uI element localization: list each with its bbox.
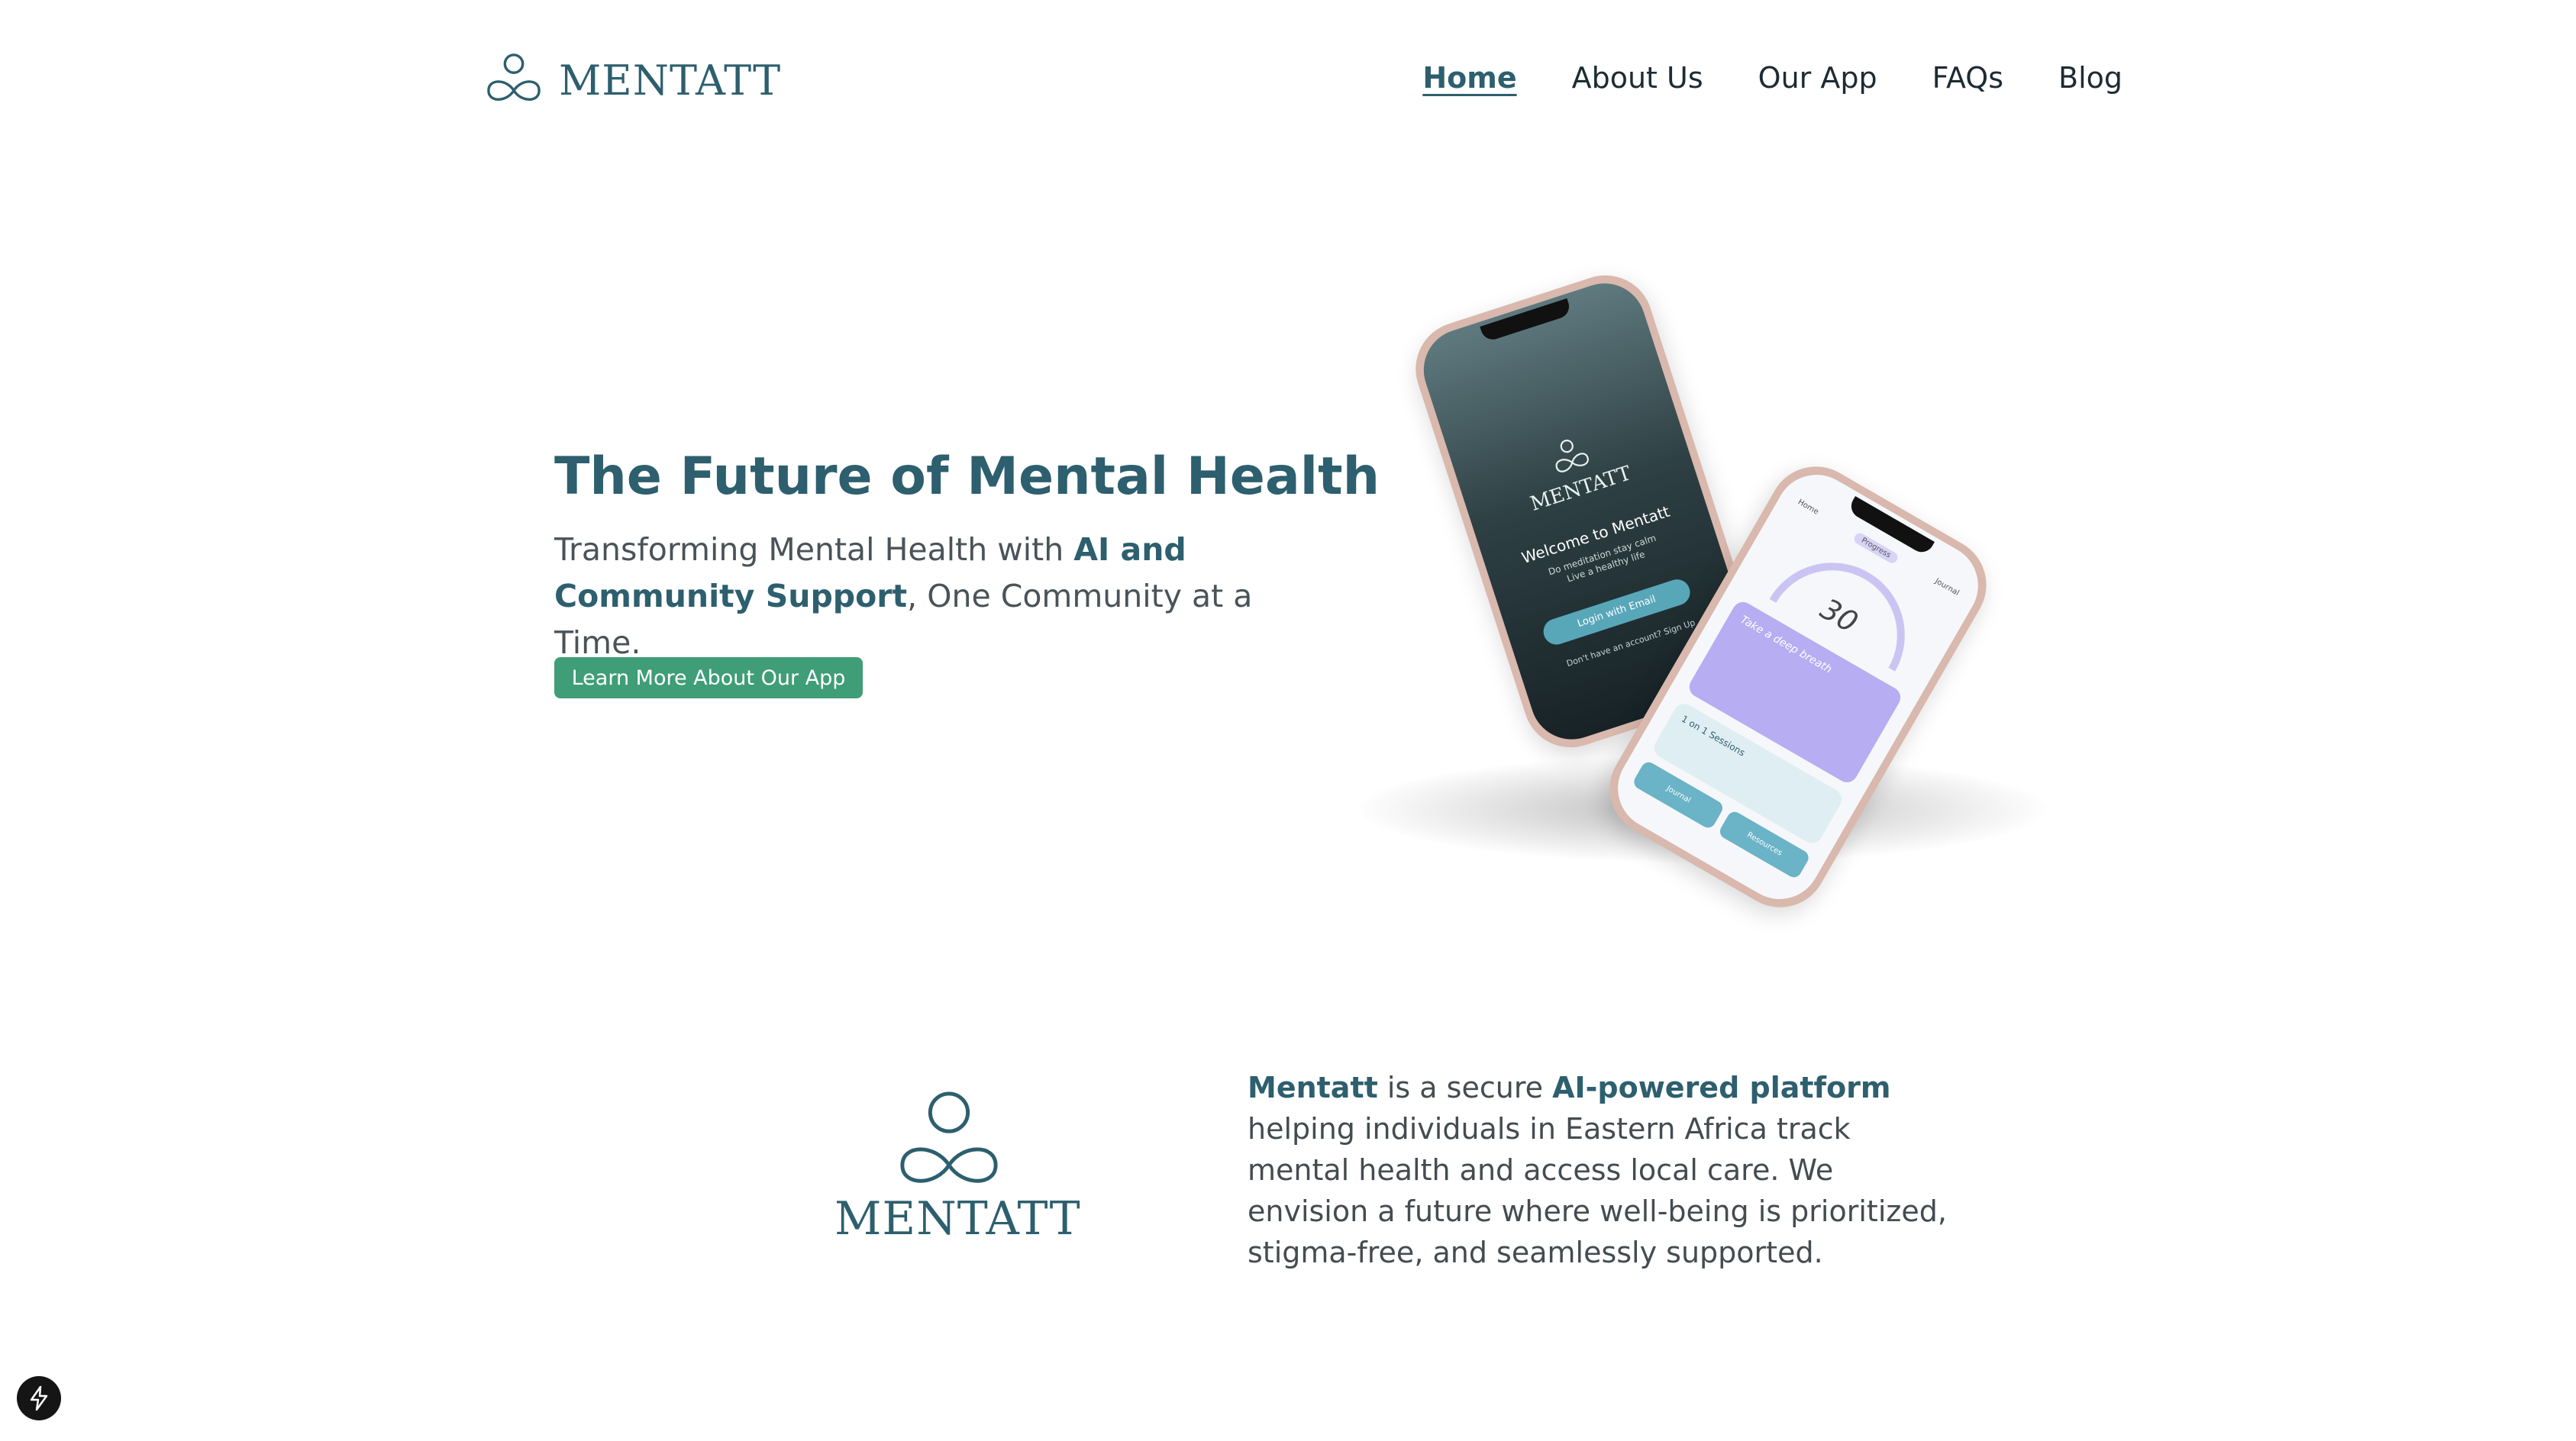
- mentatt-logo-icon: [1555, 440, 1589, 472]
- mentatt-logo-icon: [487, 53, 541, 102]
- nav-item-blog[interactable]: Blog: [2058, 61, 2122, 95]
- phone-notch: [1480, 298, 1573, 343]
- learn-more-button[interactable]: Learn More About Our App: [554, 657, 863, 698]
- mentatt-logo-icon: [900, 1091, 998, 1183]
- floating-lightning-badge[interactable]: [17, 1376, 61, 1420]
- nav-item-about-us[interactable]: About Us: [1572, 61, 1703, 95]
- about-text-part-2: helping individuals in Eastern Africa tr…: [1248, 1112, 1947, 1269]
- phone-tab: Home: [1796, 498, 1820, 517]
- about-logo-wordmark: MENTATT: [834, 1192, 1081, 1246]
- nav-item-faqs[interactable]: FAQs: [1932, 61, 2003, 95]
- brand-logo-link[interactable]: MENTATT: [484, 52, 781, 108]
- about-logo: MENTATT: [834, 1090, 1081, 1246]
- nav-item-home[interactable]: Home: [1422, 61, 1516, 95]
- phone-tab: Journal: [1933, 577, 1961, 598]
- hero-subtitle: Transforming Mental Health with AI and C…: [554, 527, 1310, 666]
- hero-subtitle-pre: Transforming Mental Health with: [554, 531, 1074, 568]
- about-highlight: AI-powered platform: [1552, 1071, 1891, 1104]
- app-phone-mockups: MENTATT Welcome to Mentatt Do meditation…: [1306, 263, 2107, 925]
- lightning-icon: [30, 1385, 48, 1411]
- hero-title: The Future of Mental Health: [554, 446, 1380, 507]
- main-nav: Home About Us Our App FAQs Blog: [1422, 61, 2122, 95]
- about-description: Mentatt is a secure AI-powered platform …: [1248, 1067, 1950, 1273]
- about-text-part-1: is a secure: [1377, 1071, 1553, 1104]
- phone-notch: [1847, 496, 1935, 557]
- about-brand-name: Mentatt: [1248, 1071, 1378, 1104]
- brand-wordmark: MENTATT: [559, 56, 782, 105]
- nav-item-our-app[interactable]: Our App: [1758, 61, 1877, 95]
